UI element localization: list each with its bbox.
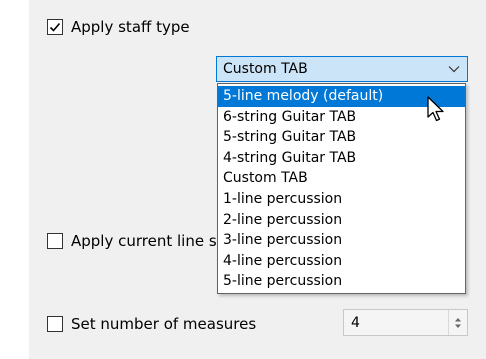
apply-staff-type-checkbox[interactable]	[47, 19, 63, 35]
dropdown-option[interactable]: 1-line percussion	[218, 189, 465, 210]
dropdown-option[interactable]: 3-line percussion	[218, 230, 465, 251]
dropdown-option[interactable]: 5-string Guitar TAB	[218, 127, 465, 148]
dropdown-option[interactable]: 5-line percussion	[218, 271, 465, 292]
dropdown-option[interactable]: Custom TAB	[218, 168, 465, 189]
checkmark-icon	[49, 22, 61, 32]
dropdown-option[interactable]: 2-line percussion	[218, 210, 465, 231]
number-of-measures-spinbox[interactable]: 4	[343, 309, 468, 336]
chevron-down-icon	[441, 57, 467, 81]
apply-line-spacing-label: Apply current line s	[71, 232, 217, 250]
set-number-of-measures-row[interactable]: Set number of measures	[47, 315, 256, 333]
staff-type-select-value: Custom TAB	[223, 61, 308, 77]
staff-type-select[interactable]: Custom TAB	[216, 56, 468, 82]
dropdown-option[interactable]: 4-string Guitar TAB	[218, 148, 465, 169]
number-of-measures-value[interactable]: 4	[344, 315, 448, 331]
arrow-cursor-icon	[427, 96, 444, 122]
apply-line-spacing-checkbox[interactable]	[47, 233, 63, 249]
spinner-arrows-icon[interactable]	[448, 310, 467, 335]
apply-staff-type-row[interactable]: Apply staff type	[47, 18, 190, 36]
apply-staff-type-label: Apply staff type	[71, 18, 190, 36]
dropdown-option[interactable]: 4-line percussion	[218, 251, 465, 272]
apply-line-spacing-row[interactable]: Apply current line s	[47, 232, 217, 250]
set-number-of-measures-checkbox[interactable]	[47, 316, 63, 332]
set-number-of-measures-label: Set number of measures	[71, 315, 257, 333]
